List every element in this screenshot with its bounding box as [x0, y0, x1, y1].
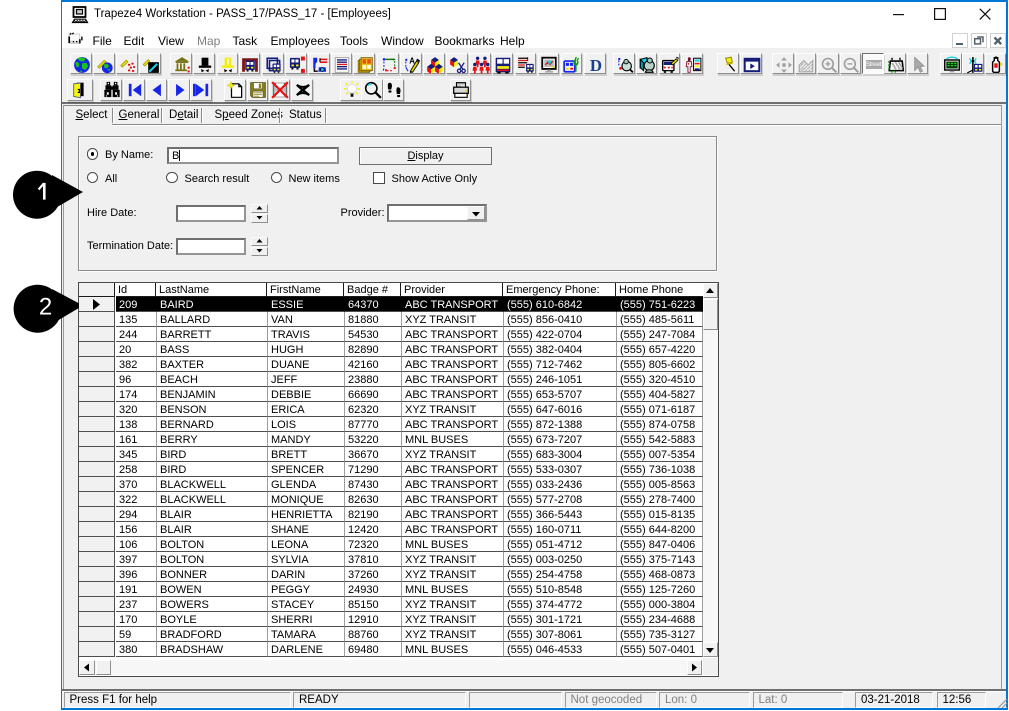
svg-text:D: D — [590, 56, 602, 74]
svg-text:2: 2 — [39, 293, 52, 320]
